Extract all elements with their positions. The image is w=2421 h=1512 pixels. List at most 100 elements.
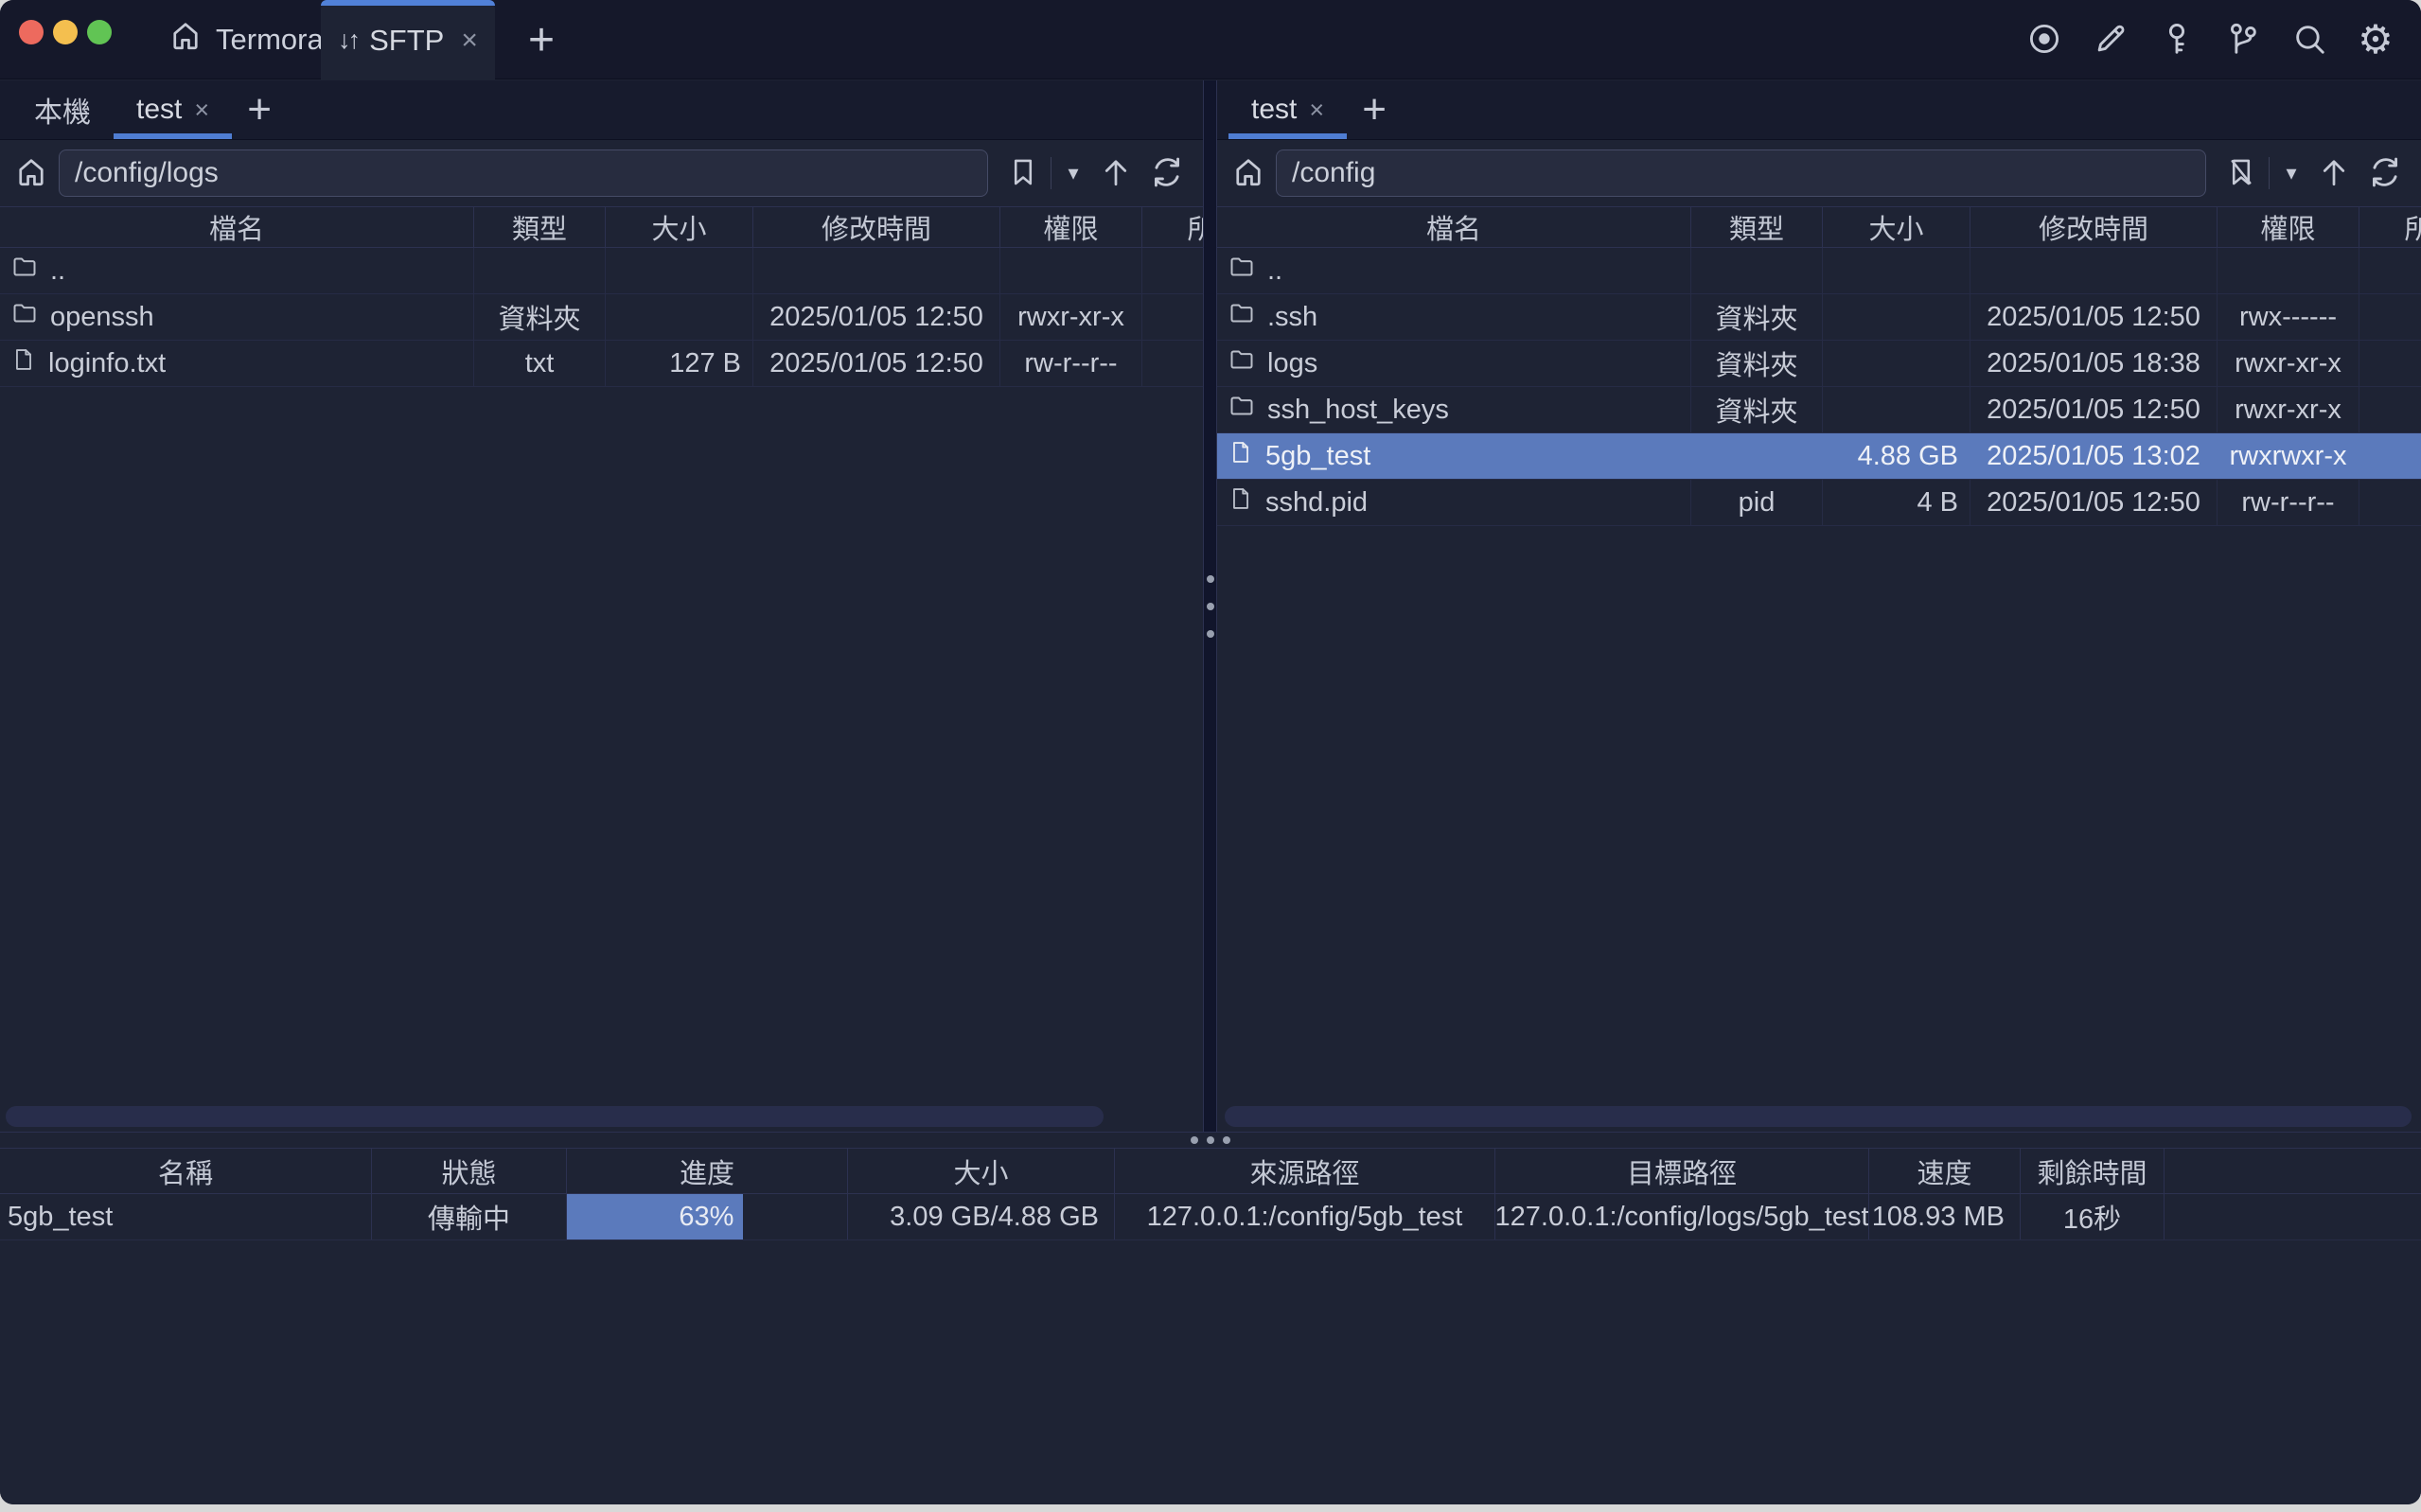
column-header-remaining[interactable]: 剩餘時間 [2021, 1149, 2165, 1193]
record-button[interactable] [2020, 15, 2069, 64]
transfer-table-header: 名稱 狀態 進度 大小 來源路徑 目標路徑 速度 剩餘時間 [0, 1148, 2421, 1194]
file-size [1823, 248, 1970, 293]
edit-button[interactable] [2086, 15, 2135, 64]
right-pane-tabbar: test × + [1217, 80, 2421, 140]
maximize-window-button[interactable] [87, 20, 112, 44]
file-owner [1142, 341, 1203, 386]
sftp-panes: 本機 test × + ▾ [0, 80, 2421, 1132]
right-tab-test-close-icon[interactable]: × [1309, 96, 1324, 125]
close-window-button[interactable] [19, 20, 44, 44]
file-owner [2359, 480, 2421, 525]
column-header-modified[interactable]: 修改時間 [1970, 207, 2218, 247]
left-home-button[interactable] [9, 150, 53, 196]
column-header-name[interactable]: 檔名 [1217, 207, 1691, 247]
left-tab-local[interactable]: 本機 [11, 80, 114, 139]
app-window: Termora ↓↑ SFTP × + ⚙ [0, 0, 2421, 1504]
tab-sftp[interactable]: ↓↑ SFTP × [321, 0, 495, 80]
file-modified: 2025/01/05 12:50 [1970, 294, 2218, 340]
file-owner [2359, 433, 2421, 479]
file-row[interactable]: .. [0, 248, 1203, 294]
file-type: pid [1691, 480, 1823, 525]
column-header-type[interactable]: 類型 [474, 207, 606, 247]
keys-button[interactable] [2152, 15, 2201, 64]
tab-termora[interactable]: Termora [168, 0, 324, 79]
column-header-transfer-name[interactable]: 名稱 [0, 1149, 372, 1193]
file-row[interactable]: sshd.pid pid 4 B 2025/01/05 12:50 rw-r--… [1217, 480, 2421, 526]
search-button[interactable] [2285, 15, 2334, 64]
left-tab-test[interactable]: test × [114, 80, 232, 139]
right-path-input[interactable] [1276, 149, 2206, 197]
splitter-dot [1207, 603, 1214, 610]
file-row-selected[interactable]: 5gb_test 4.88 GB 2025/01/05 13:02 rwxrwx… [1217, 433, 2421, 480]
right-file-table: 檔名 類型 大小 修改時間 權限 所 .. .ssh 資料 [1217, 206, 2421, 526]
file-permissions: rw-r--r-- [1000, 341, 1142, 386]
column-header-owner[interactable]: 所 [1142, 207, 1203, 247]
file-permissions: rwxr-xr-x [2218, 341, 2359, 386]
minimize-window-button[interactable] [53, 20, 78, 44]
file-row[interactable]: openssh 資料夾 2025/01/05 12:50 rwxr-xr-x [0, 294, 1203, 341]
home-icon [14, 155, 48, 192]
branch-icon [2225, 21, 2261, 60]
transfer-panel-splitter[interactable] [0, 1132, 2421, 1148]
file-type: 資料夾 [1691, 387, 1823, 432]
left-new-tab-button[interactable]: + [232, 80, 287, 139]
file-row[interactable]: .ssh 資料夾 2025/01/05 12:50 rwx------ [1217, 294, 2421, 341]
file-permissions [1000, 248, 1142, 293]
settings-button[interactable]: ⚙ [2351, 15, 2400, 64]
column-header-name[interactable]: 檔名 [0, 207, 474, 247]
column-header-owner[interactable]: 所 [2359, 207, 2421, 247]
right-refresh-button[interactable] [2360, 150, 2410, 196]
refresh-icon [1149, 154, 1185, 193]
new-terminal-tab-button[interactable]: + [513, 0, 570, 79]
column-header-speed[interactable]: 速度 [1869, 1149, 2021, 1193]
column-header-size[interactable]: 大小 [1823, 207, 1970, 247]
right-home-button[interactable] [1227, 150, 1270, 196]
right-bookmark-dropdown[interactable]: ▾ [2275, 150, 2307, 196]
column-header-size[interactable]: 大小 [606, 207, 753, 247]
column-header-modified[interactable]: 修改時間 [753, 207, 1000, 247]
left-bookmark-dropdown[interactable]: ▾ [1057, 150, 1089, 196]
titlebar-actions: ⚙ [2020, 0, 2400, 79]
right-new-tab-button[interactable]: + [1347, 80, 1402, 139]
file-type [474, 248, 606, 293]
port-forwarding-button[interactable] [2218, 15, 2268, 64]
right-bookmark-button[interactable] [2219, 150, 2263, 196]
file-permissions: rwxr-xr-x [2218, 387, 2359, 432]
file-row[interactable]: logs 資料夾 2025/01/05 18:38 rwxr-xr-x [1217, 341, 2421, 387]
left-tab-test-close-icon[interactable]: × [194, 96, 209, 125]
gear-icon: ⚙ [2358, 20, 2394, 60]
left-path-input[interactable] [59, 149, 988, 197]
left-refresh-button[interactable] [1142, 150, 1192, 196]
right-horizontal-scrollbar[interactable] [1225, 1106, 2412, 1127]
right-parent-dir-button[interactable] [2309, 150, 2359, 196]
column-header-source-path[interactable]: 來源路徑 [1115, 1149, 1495, 1193]
column-header-type[interactable]: 類型 [1691, 207, 1823, 247]
file-modified: 2025/01/05 12:50 [1970, 387, 2218, 432]
left-bookmark-button[interactable] [1001, 150, 1045, 196]
file-size [606, 248, 753, 293]
column-header-transfer-size[interactable]: 大小 [848, 1149, 1115, 1193]
home-icon [1231, 155, 1265, 192]
file-row[interactable]: ssh_host_keys 資料夾 2025/01/05 12:50 rwxr-… [1217, 387, 2421, 433]
column-header-status[interactable]: 狀態 [372, 1149, 567, 1193]
right-tab-test[interactable]: test × [1228, 80, 1347, 139]
column-header-progress[interactable]: 進度 [567, 1149, 848, 1193]
file-name: 5gb_test [1265, 441, 1370, 472]
file-row[interactable]: loginfo.txt txt 127 B 2025/01/05 12:50 r… [0, 341, 1203, 387]
progress-fill: 63% [567, 1194, 743, 1239]
file-owner [1142, 294, 1203, 340]
file-owner [2359, 387, 2421, 432]
column-header-permissions[interactable]: 權限 [2218, 207, 2359, 247]
transfer-row[interactable]: 5gb_test 傳輸中 63% 3.09 GB/4.88 GB 127.0.0… [0, 1194, 2421, 1240]
pane-splitter[interactable] [1203, 80, 1217, 1132]
left-parent-dir-button[interactable] [1091, 150, 1140, 196]
transfer-speed: 108.93 MB [1869, 1194, 2021, 1239]
column-header-target-path[interactable]: 目標路徑 [1495, 1149, 1869, 1193]
file-modified [1970, 248, 2218, 293]
tab-sftp-close-icon[interactable]: × [461, 25, 478, 57]
file-owner [1142, 248, 1203, 293]
file-row[interactable]: .. [1217, 248, 2421, 294]
file-modified: 2025/01/05 12:50 [753, 294, 1000, 340]
left-horizontal-scrollbar[interactable] [6, 1106, 1104, 1127]
column-header-permissions[interactable]: 權限 [1000, 207, 1142, 247]
